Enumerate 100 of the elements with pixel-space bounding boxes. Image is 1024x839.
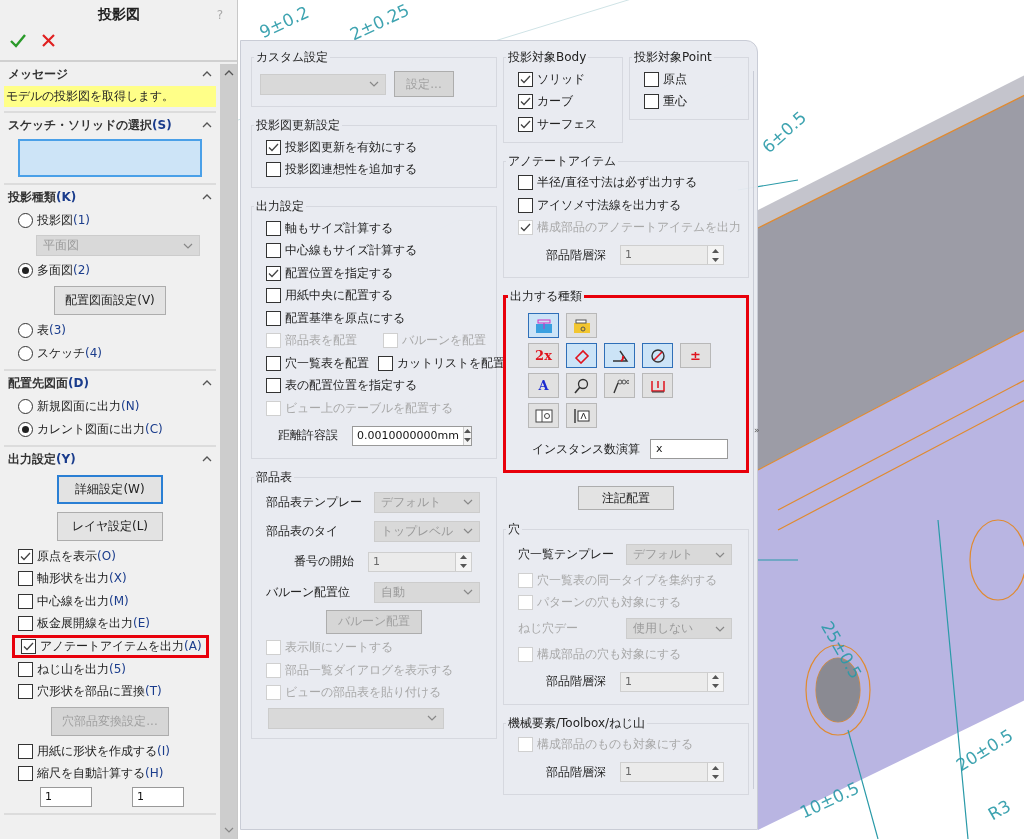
annotation-type-button[interactable]: [604, 373, 635, 398]
chevron-up-icon: [202, 456, 212, 462]
checkbox-label: 配置基準を原点にする: [285, 309, 405, 327]
chevron-up-icon: [202, 71, 212, 77]
checkbox[interactable]: [518, 116, 533, 132]
checkbox[interactable]: [266, 378, 281, 394]
push-button[interactable]: 配置図面設定(V): [54, 286, 166, 315]
group-title: 部品表: [255, 468, 293, 486]
checkbox[interactable]: [266, 243, 281, 259]
checkbox-label: カーブ: [537, 93, 573, 111]
group-title: 出力する種類: [509, 288, 583, 305]
checkbox-label: 穴形状を部品に置換(T): [37, 683, 162, 701]
checkbox-label: 構成部品のアノテートアイテムを出力: [537, 219, 741, 237]
radio-button[interactable]: [18, 263, 33, 278]
annotation-type-button[interactable]: [604, 343, 635, 368]
checkbox[interactable]: [18, 684, 33, 700]
group-title: 投影対象Point: [633, 49, 713, 66]
collapse-strip[interactable]: »: [753, 71, 760, 789]
section-title: 投影種類(K): [8, 188, 77, 206]
checkbox[interactable]: [644, 71, 659, 87]
section-title: 配置先図面(D): [8, 374, 89, 392]
annotation-type-button[interactable]: ±: [680, 343, 711, 368]
checkbox-label: 構成部品の穴も対象にする: [537, 645, 681, 663]
radio-button[interactable]: [18, 346, 33, 361]
section-title: スケッチ・ソリッドの選択(S): [8, 116, 172, 134]
spin-up-icon[interactable]: [463, 429, 471, 433]
checkbox-label: 配置位置を指定する: [285, 264, 393, 282]
dimension-icon: [572, 347, 591, 364]
push-button[interactable]: 注記配置: [578, 486, 674, 510]
magnifier-icon: [572, 377, 591, 394]
spin-field[interactable]: 1: [132, 787, 184, 807]
push-button[interactable]: レイヤ設定(L): [57, 512, 163, 541]
group-title: 機械要素/Toolbox/ねじ山: [507, 714, 647, 732]
radio-button[interactable]: [18, 213, 33, 228]
checkbox[interactable]: [266, 220, 281, 236]
checkbox[interactable]: [266, 162, 281, 178]
spin-stepper[interactable]: [462, 426, 471, 445]
checkbox[interactable]: [644, 94, 659, 110]
spin-field[interactable]: 0.0010000000mm: [352, 425, 472, 446]
field-label: 番号の開始: [294, 553, 354, 570]
group-title: 出力設定: [255, 198, 305, 215]
message-bar: モデルの投影図を取得します。: [4, 86, 216, 107]
checkbox[interactable]: [21, 639, 36, 654]
note-frame-icon: [534, 317, 553, 334]
push-button[interactable]: 詳細設定(W): [57, 475, 163, 504]
checkbox[interactable]: [378, 355, 393, 371]
annotation-type-button[interactable]: [566, 373, 597, 398]
checkbox-label: 板金展開線を出力(E): [37, 615, 150, 633]
spin-field[interactable]: 1: [40, 787, 92, 807]
annotation-type-button[interactable]: A: [528, 373, 559, 398]
checkbox[interactable]: [18, 766, 33, 782]
checkbox[interactable]: [518, 175, 533, 191]
annotation-type-button[interactable]: [642, 343, 673, 368]
checkbox[interactable]: [266, 265, 281, 281]
spin-down-icon[interactable]: [463, 438, 471, 442]
balloon-icon: [610, 377, 629, 394]
text-field[interactable]: x: [650, 439, 728, 459]
scrollbar[interactable]: [220, 64, 237, 839]
radio-button[interactable]: [18, 323, 33, 338]
checkbox[interactable]: [18, 743, 33, 759]
checkbox-label: 表示順にソートする: [285, 639, 393, 657]
checkbox-label: アノテートアイテムを出力(A): [40, 638, 202, 655]
checkbox[interactable]: [266, 288, 281, 304]
chevron-down-icon: [463, 589, 473, 595]
annotation-type-button[interactable]: 2x: [528, 343, 559, 368]
confirm-icon[interactable]: [10, 34, 26, 48]
checkbox[interactable]: [18, 616, 33, 632]
chevron-up-icon: [223, 70, 234, 76]
checkbox-label: 表の配置位置を指定する: [285, 377, 417, 395]
close-icon[interactable]: [42, 34, 55, 47]
checkbox[interactable]: [18, 593, 33, 609]
field-label: 部品階層深: [546, 246, 606, 264]
checkbox[interactable]: [18, 571, 33, 587]
chevron-down-icon: [183, 242, 193, 249]
checkbox[interactable]: [266, 139, 281, 155]
checkbox-label: 穴一覧表の同一タイプを集約する: [537, 571, 717, 589]
chevron-down-icon: [463, 499, 473, 505]
radio-button[interactable]: [18, 422, 33, 437]
annotation-type-button[interactable]: [566, 343, 597, 368]
checkbox[interactable]: [266, 310, 281, 326]
radio-button[interactable]: [18, 399, 33, 414]
checkbox-label: パターンの穴も対象にする: [537, 594, 681, 612]
checkbox[interactable]: [266, 355, 281, 371]
radio-label: 投影図(1): [37, 212, 90, 229]
annotation-type-button[interactable]: [528, 313, 559, 338]
annotation-type-button[interactable]: [528, 403, 559, 428]
checkbox-label: 用紙中央に配置する: [285, 287, 393, 305]
checkbox-label: 重心: [663, 93, 687, 111]
checkbox-label: 用紙に形状を作成する(I): [37, 742, 170, 760]
chevron-down-icon: [427, 715, 437, 721]
checkbox[interactable]: [518, 197, 533, 213]
checkbox[interactable]: [518, 94, 533, 110]
checkbox[interactable]: [18, 661, 33, 677]
checkbox[interactable]: [18, 548, 33, 564]
checkbox[interactable]: [518, 71, 533, 87]
radio-label: カレント図面に出力(C): [37, 421, 163, 438]
annotation-type-button[interactable]: [566, 403, 597, 428]
checkbox-label: 軸もサイズ計算する: [285, 219, 393, 237]
checkbox-label: 原点: [663, 70, 687, 88]
selection-field[interactable]: [18, 139, 202, 177]
